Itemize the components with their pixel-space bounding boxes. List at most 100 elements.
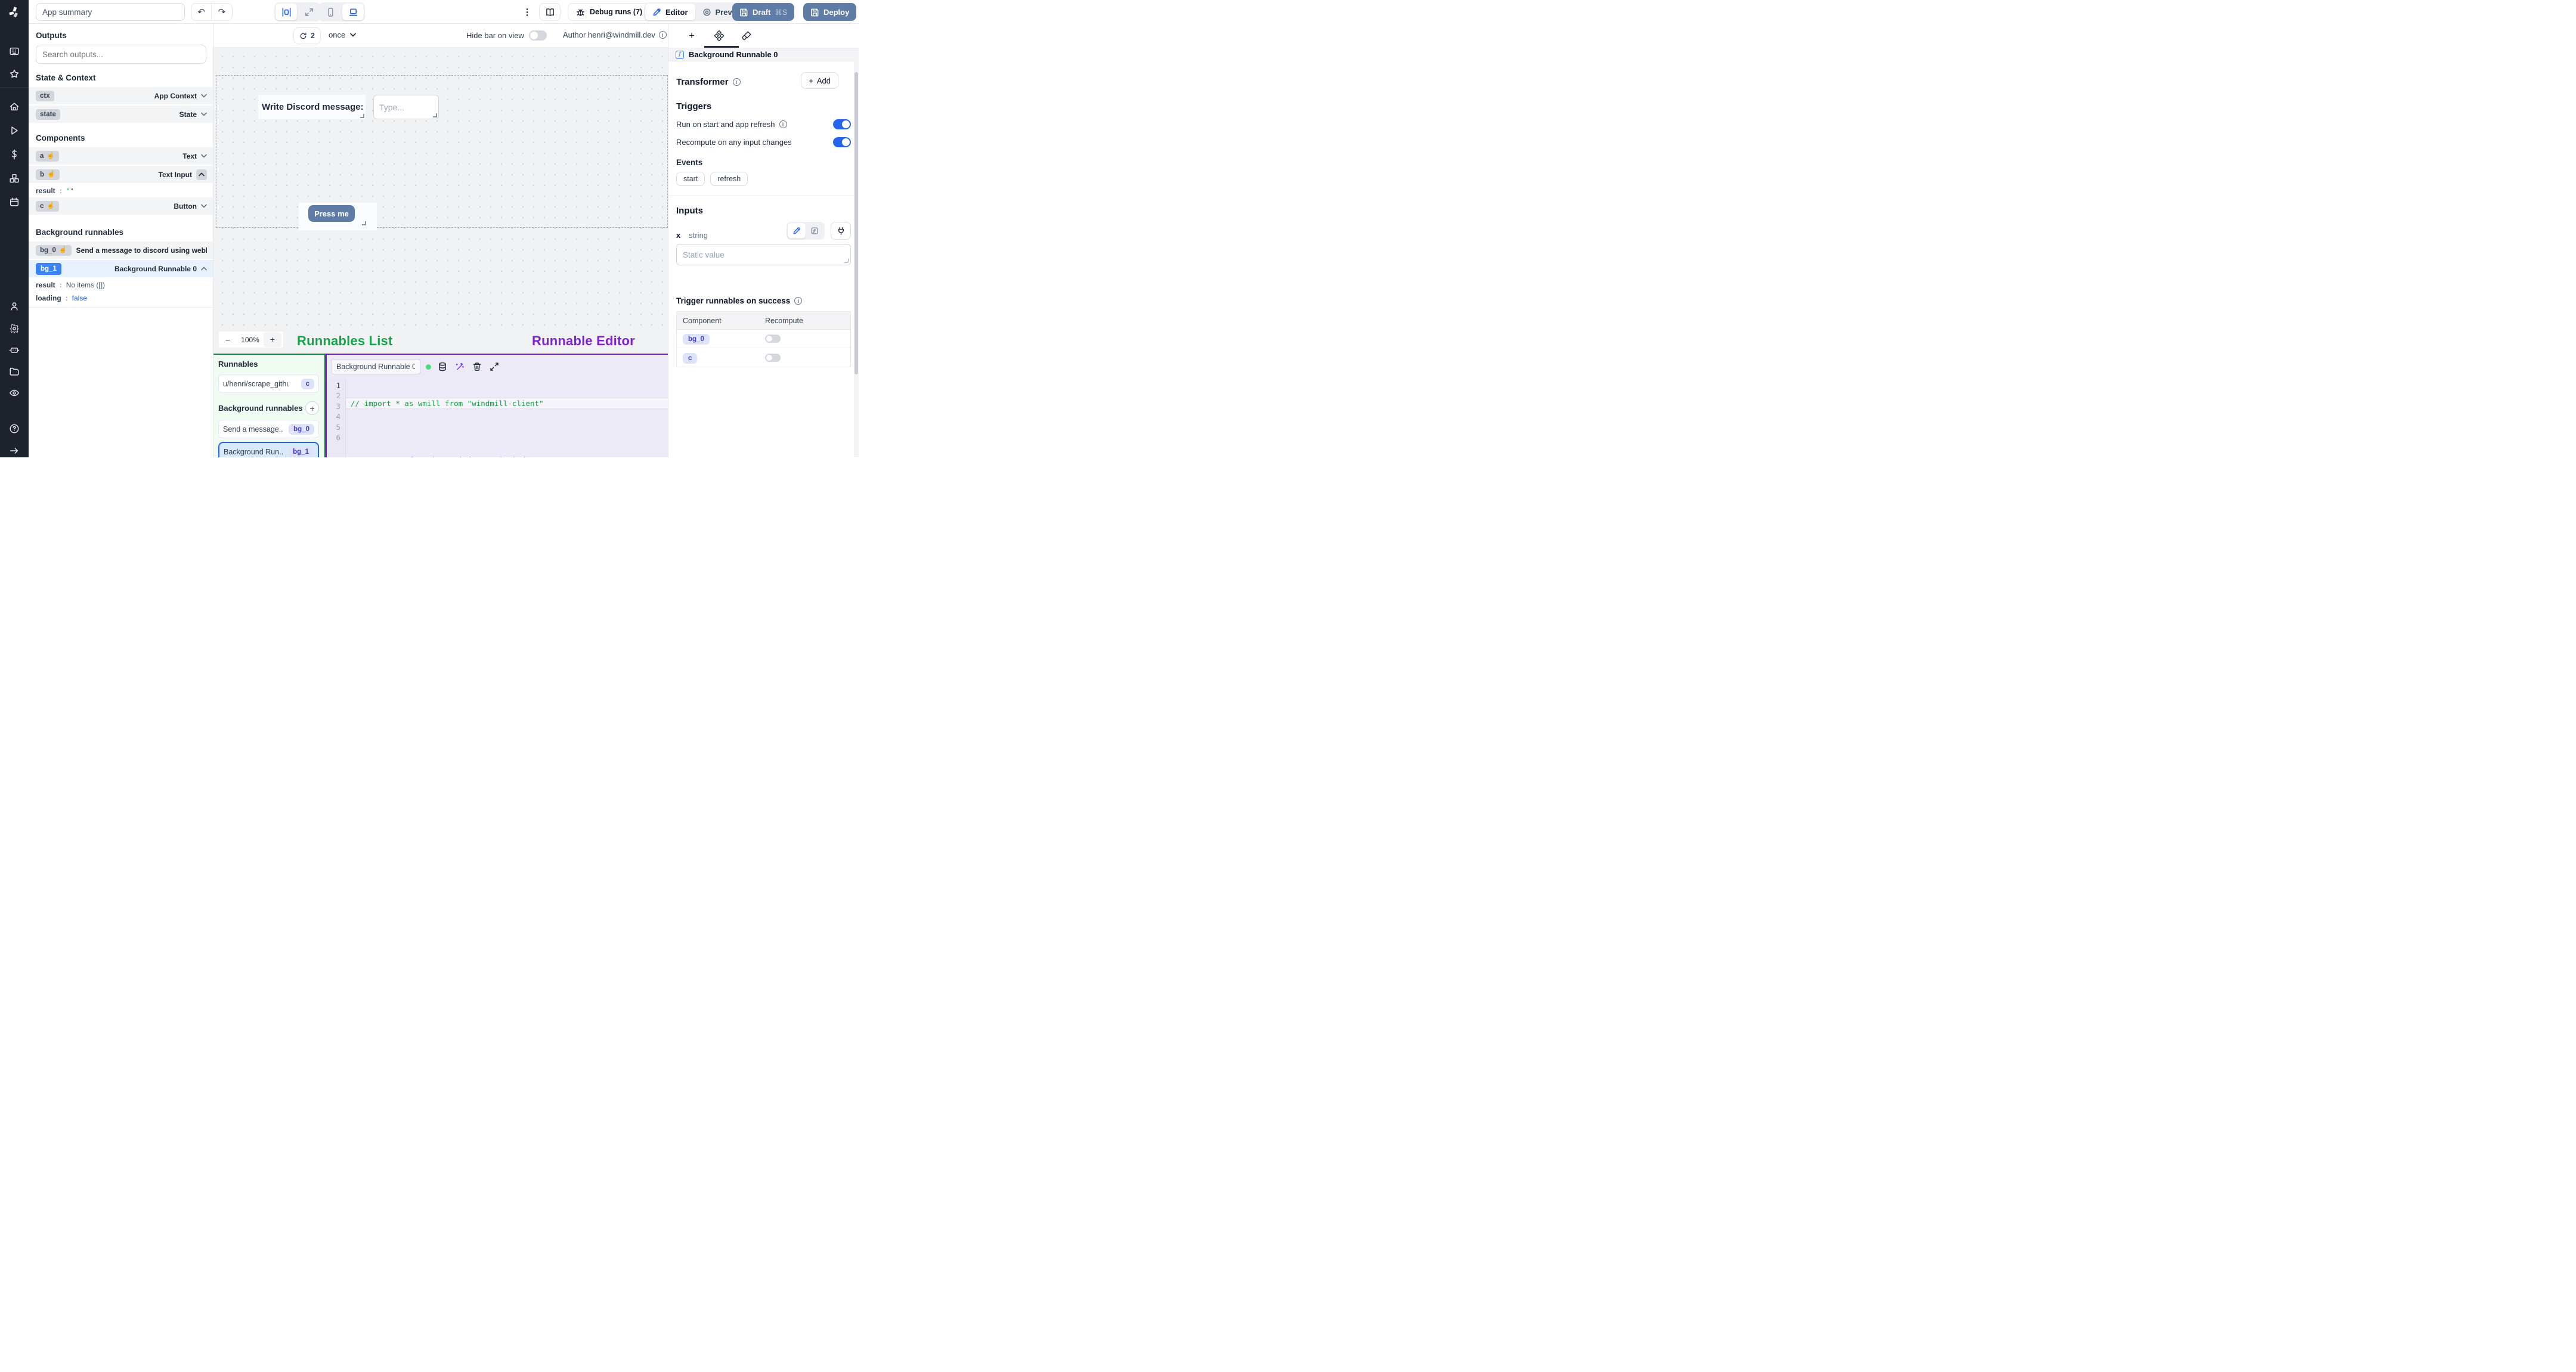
row-badge: bg_0 — [683, 334, 710, 345]
refresh-count-button[interactable]: 2 — [293, 27, 321, 44]
text-component-a[interactable]: Write Discord message: — [258, 95, 366, 119]
output-row-ctx[interactable]: ctx App Context — [29, 87, 213, 104]
output-row-bg0[interactable]: bg_0 ☝ Send a message to discord using we… — [29, 241, 213, 259]
schedule-dropdown[interactable]: once — [329, 30, 357, 39]
static-mode-button[interactable] — [788, 223, 806, 239]
right-scrollbar[interactable] — [854, 48, 859, 457]
info-icon[interactable]: i — [779, 120, 787, 128]
background-runnables-header: Background runnables + — [218, 401, 319, 415]
add-transformer-button[interactable]: + Add — [801, 72, 838, 89]
tab-insert-component[interactable]: + — [685, 29, 698, 42]
draft-button[interactable]: Draft ⌘S — [732, 3, 795, 21]
preview-eye-icon — [703, 8, 711, 16]
chevron-down-icon[interactable] — [201, 112, 207, 116]
press-me-button[interactable]: Press me — [308, 205, 355, 222]
tab-editor[interactable]: Editor — [645, 4, 695, 20]
expand-arrows-icon — [305, 8, 313, 16]
rail-collapse-icon[interactable] — [0, 441, 29, 457]
recompute-toggle-c[interactable] — [765, 353, 781, 362]
app-canvas[interactable]: Write Discord message: Type... Press me … — [212, 48, 859, 457]
tab-styling[interactable] — [740, 29, 753, 42]
rail-variables-icon[interactable] — [0, 145, 29, 164]
windmill-logo-icon[interactable] — [0, 2, 29, 23]
runnable-item-c[interactable]: u/henri/scrape_githu... c — [218, 374, 319, 393]
run-on-start-row: Run on start and app refresh i — [676, 119, 851, 129]
rail-folders-icon[interactable] — [0, 362, 29, 381]
save-icon — [811, 8, 819, 16]
bg1-loading-row: loading: false — [29, 292, 213, 308]
rail-favorites-icon[interactable] — [0, 64, 29, 83]
info-icon[interactable]: i — [658, 31, 667, 39]
info-icon[interactable]: i — [732, 78, 741, 86]
rail-apps-icon[interactable] — [0, 42, 29, 61]
textinput-component-b[interactable]: Type... — [373, 95, 439, 119]
chevron-down-icon[interactable] — [201, 94, 207, 98]
plus-icon: + — [309, 403, 315, 413]
output-row-c[interactable]: c ☝ Button — [29, 197, 213, 215]
run-on-start-toggle[interactable] — [833, 119, 851, 129]
info-icon[interactable]: i — [794, 297, 803, 305]
output-row-b[interactable]: b ☝ Text Input — [29, 166, 213, 183]
rail-audit-icon[interactable] — [0, 383, 29, 402]
runnable-item-bg1-selected[interactable]: Background Run... bg_1 — [218, 442, 319, 457]
recompute-toggle[interactable] — [833, 137, 851, 147]
mobile-view-button[interactable] — [320, 4, 341, 20]
rail-user-icon[interactable] — [0, 297, 29, 316]
more-options-button[interactable]: ⋮ — [521, 5, 533, 19]
output-row-state[interactable]: state State — [29, 106, 213, 123]
runnable-name-input[interactable] — [331, 359, 420, 374]
desktop-view-button[interactable] — [342, 4, 364, 20]
chevron-down-icon[interactable] — [201, 204, 207, 208]
add-background-runnable-button[interactable]: + — [305, 401, 319, 415]
rail-schedules-icon[interactable] — [0, 193, 29, 212]
fullwidth-layout-button[interactable] — [298, 4, 320, 20]
delete-runnable-button[interactable] — [471, 361, 483, 373]
debug-runs-button[interactable]: Debug runs (7) — [568, 3, 651, 21]
static-value-input[interactable]: Static value — [676, 244, 851, 265]
undo-button[interactable]: ↶ — [191, 4, 212, 20]
deploy-button[interactable]: Deploy — [803, 3, 857, 21]
output-row-bg1[interactable]: bg_1 Background Runnable 0 — [29, 260, 213, 277]
expand-editor-button[interactable] — [488, 361, 500, 373]
rail-runs-icon[interactable] — [0, 121, 29, 140]
centered-layout-button[interactable] — [275, 4, 297, 20]
debug-runs-label: Debug runs (7) — [590, 8, 643, 16]
app-summary-input[interactable] — [36, 3, 185, 21]
outputs-panel: Outputs State & Context ctx App Context … — [29, 24, 213, 457]
trigger-success-heading: Trigger runnables on success i — [676, 296, 851, 305]
rail-help-icon[interactable] — [0, 419, 29, 438]
search-outputs-input[interactable] — [36, 45, 206, 64]
cache-db-button[interactable] — [436, 361, 448, 373]
redo-icon: ↷ — [218, 7, 226, 17]
runnable-item-bg0[interactable]: Send a message... bg_0 — [218, 420, 319, 438]
grid-container[interactable]: Write Discord message: Type... Press me — [216, 75, 668, 230]
zoom-out-button[interactable]: − — [219, 335, 237, 345]
connect-input-button[interactable] — [831, 222, 851, 240]
expression-mode-button[interactable] — [806, 223, 823, 239]
ai-assist-button[interactable] — [454, 361, 466, 373]
triggers-heading: Triggers — [676, 101, 712, 112]
chevron-down-icon[interactable] — [201, 154, 207, 158]
recompute-toggle-bg0[interactable] — [765, 335, 781, 343]
output-row-a[interactable]: a ☝ Text — [29, 147, 213, 165]
rail-home-icon[interactable] — [0, 97, 29, 116]
rail-resources-icon[interactable] — [0, 169, 29, 188]
scrollbar-thumb[interactable] — [854, 72, 858, 374]
resize-handle[interactable] — [362, 221, 366, 225]
zoom-in-button[interactable]: + — [264, 332, 281, 347]
event-chip-start[interactable]: start — [676, 172, 705, 186]
resize-handle[interactable] — [433, 113, 437, 117]
tab-component-settings[interactable] — [713, 29, 726, 42]
rail-workers-icon[interactable] — [0, 340, 29, 360]
hide-bar-toggle[interactable] — [528, 30, 547, 41]
docs-button[interactable] — [539, 3, 561, 21]
runnable-item-badge: bg_0 — [289, 423, 314, 435]
chevron-up-icon[interactable] — [196, 169, 207, 180]
event-chip-refresh[interactable]: refresh — [710, 172, 748, 186]
redo-button[interactable]: ↷ — [212, 4, 232, 20]
rail-settings-icon[interactable] — [0, 319, 29, 338]
resize-handle[interactable] — [844, 258, 849, 264]
pencil-icon — [653, 8, 661, 16]
resize-handle[interactable] — [360, 114, 364, 118]
chevron-up-icon[interactable] — [201, 267, 207, 271]
